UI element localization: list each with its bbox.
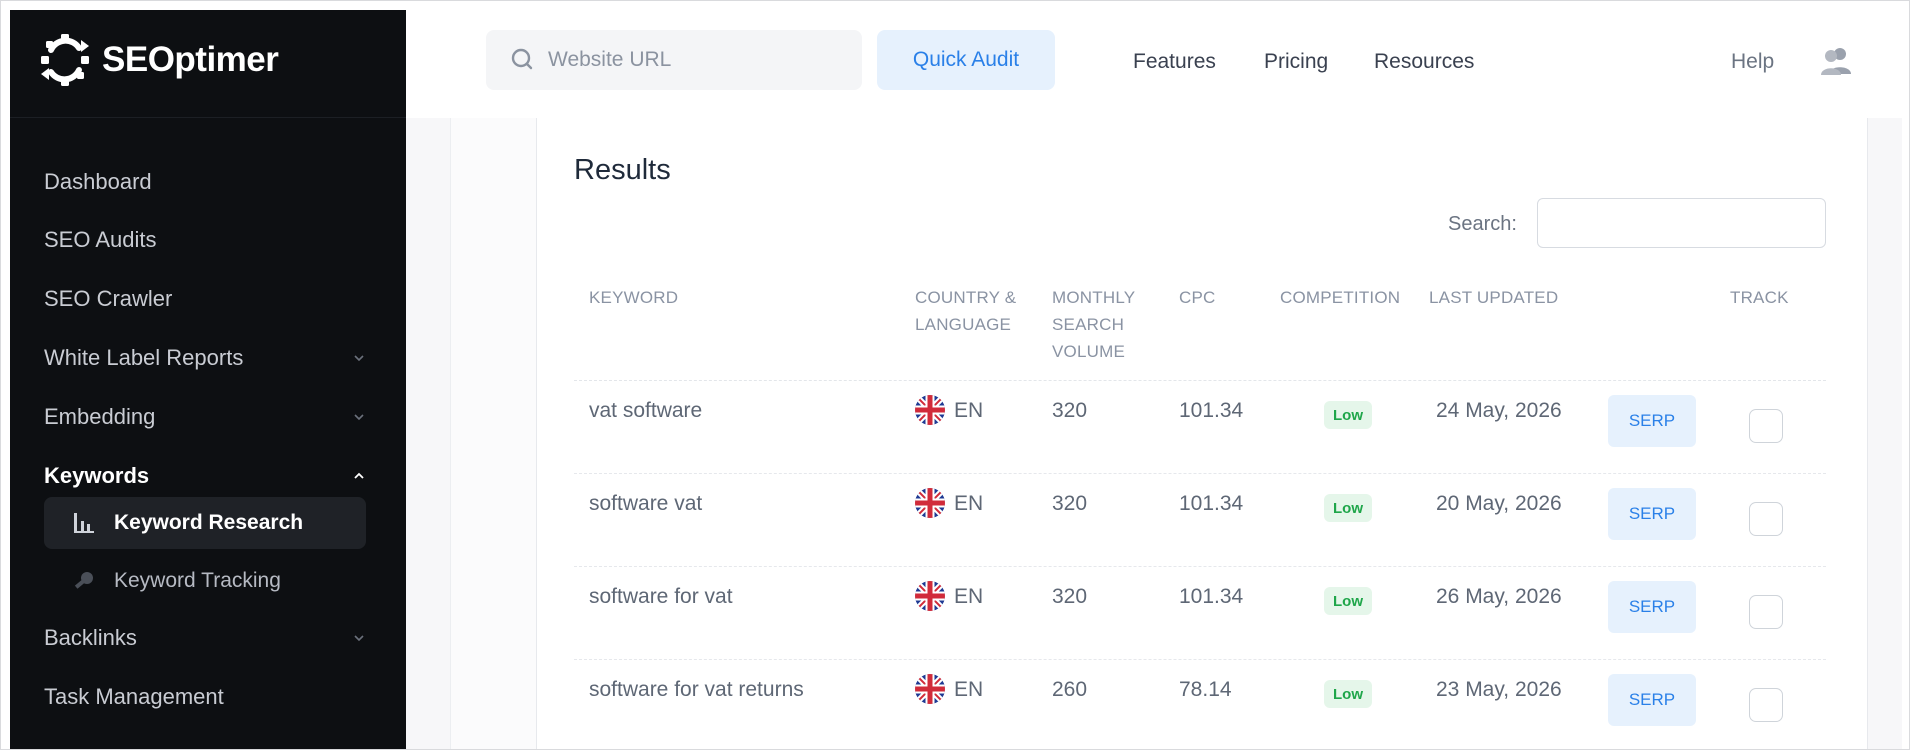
quick-audit-button[interactable]: Quick Audit bbox=[877, 30, 1055, 90]
chevron-down-icon bbox=[354, 635, 364, 642]
serp-button[interactable]: SERP bbox=[1608, 674, 1696, 726]
main-content: Results Search: KEYWORD COUNTRY & LANGUAG… bbox=[406, 118, 1902, 749]
brand[interactable]: SEOptimer bbox=[10, 10, 406, 118]
serp-button[interactable]: SERP bbox=[1608, 395, 1696, 447]
uk-flag-icon bbox=[915, 581, 945, 611]
key-icon bbox=[70, 567, 98, 595]
subnav-item-keyword-research[interactable]: Keyword Research bbox=[44, 497, 366, 549]
sidebar-item-backlinks[interactable]: Backlinks bbox=[44, 616, 366, 660]
column-header-keyword[interactable]: KEYWORD bbox=[589, 284, 678, 311]
users-icon[interactable] bbox=[1820, 46, 1852, 76]
column-header-cpc[interactable]: CPC bbox=[1179, 284, 1216, 311]
keyword-cell: software for vat returns bbox=[589, 678, 804, 701]
sidebar-item-label: Dashboard bbox=[44, 169, 152, 194]
chevron-down-icon bbox=[354, 414, 364, 421]
nav-features[interactable]: Features bbox=[1133, 50, 1216, 74]
nav-pricing[interactable]: Pricing bbox=[1264, 50, 1328, 74]
website-url-search[interactable] bbox=[486, 30, 862, 90]
keyword-cell: software vat bbox=[589, 492, 703, 515]
updated-cell: 24 May, 2026 bbox=[1436, 399, 1562, 422]
sidebar-item-white-label-reports[interactable]: White Label Reports bbox=[44, 336, 366, 380]
cpc-cell: 101.34 bbox=[1179, 492, 1244, 515]
website-url-input[interactable] bbox=[548, 48, 848, 72]
competition-badge: Low bbox=[1324, 587, 1372, 615]
keyword-cell: software for vat bbox=[589, 585, 733, 608]
serp-button[interactable]: SERP bbox=[1608, 581, 1696, 633]
competition-badge: Low bbox=[1324, 401, 1372, 429]
column-header-monthly-search-volume[interactable]: MONTHLY SEARCH VOLUME bbox=[1052, 284, 1135, 365]
language-cell: EN bbox=[954, 678, 984, 701]
updated-cell: 23 May, 2026 bbox=[1436, 678, 1562, 701]
sidebar-item-seo-crawler[interactable]: SEO Crawler bbox=[44, 277, 366, 321]
uk-flag-icon bbox=[915, 395, 945, 425]
track-checkbox[interactable] bbox=[1749, 595, 1783, 629]
brand-name: SEOptimer bbox=[102, 40, 279, 79]
results-card: Results Search: KEYWORD COUNTRY & LANGUAG… bbox=[536, 118, 1868, 749]
sidebar-item-seo-audits[interactable]: SEO Audits bbox=[44, 218, 366, 262]
sidebar: SEOptimer Dashboard SEO Audits SEO Crawl… bbox=[10, 10, 406, 749]
serp-button[interactable]: SERP bbox=[1608, 488, 1696, 540]
sidebar-item-label: SEO Audits bbox=[44, 227, 157, 252]
column-header-competition[interactable]: COMPETITION bbox=[1280, 284, 1400, 311]
sidebar-item-keywords[interactable]: Keywords bbox=[44, 454, 366, 498]
table-row: software for vat EN 320 101.34 Low 26 Ma… bbox=[574, 567, 1826, 660]
updated-cell: 26 May, 2026 bbox=[1436, 585, 1562, 608]
cpc-cell: 78.14 bbox=[1179, 678, 1232, 701]
sidebar-item-label: Task Management bbox=[44, 684, 224, 709]
competition-badge: Low bbox=[1324, 680, 1372, 708]
logo-gear-icon bbox=[41, 34, 89, 86]
sidebar-item-dashboard[interactable]: Dashboard bbox=[44, 160, 366, 204]
subnav-item-keyword-tracking[interactable]: Keyword Tracking bbox=[44, 555, 366, 607]
results-search-input[interactable] bbox=[1537, 198, 1826, 248]
results-title: Results bbox=[574, 154, 671, 186]
cpc-cell: 101.34 bbox=[1179, 585, 1244, 608]
updated-cell: 20 May, 2026 bbox=[1436, 492, 1562, 515]
sidebar-item-label: SEO Crawler bbox=[44, 286, 173, 311]
search-label: Search: bbox=[1448, 213, 1517, 235]
language-cell: EN bbox=[954, 492, 984, 515]
column-header-last-updated[interactable]: LAST UPDATED bbox=[1429, 284, 1558, 311]
app-frame: SEOptimer Dashboard SEO Audits SEO Crawl… bbox=[0, 0, 1910, 750]
track-checkbox[interactable] bbox=[1749, 688, 1783, 722]
language-cell: EN bbox=[954, 585, 984, 608]
column-header-track[interactable]: TRACK bbox=[1730, 284, 1789, 311]
volume-cell: 260 bbox=[1052, 678, 1088, 701]
chevron-down-icon bbox=[354, 355, 364, 362]
subnav-item-label: Keyword Research bbox=[114, 511, 304, 534]
table-row: software vat EN 320 101.34 Low 20 May, 2… bbox=[574, 474, 1826, 567]
language-cell: EN bbox=[954, 399, 984, 422]
top-bar: Quick Audit Features Pricing Resources H… bbox=[406, 10, 1902, 118]
uk-flag-icon bbox=[915, 674, 945, 704]
nav-resources[interactable]: Resources bbox=[1374, 50, 1474, 74]
sidebar-item-task-management[interactable]: Task Management bbox=[44, 675, 366, 719]
uk-flag-icon bbox=[915, 488, 945, 518]
help-link[interactable]: Help bbox=[1731, 50, 1774, 74]
chevron-up-icon bbox=[354, 472, 364, 479]
column-header-country-language[interactable]: COUNTRY & LANGUAGE bbox=[915, 284, 1016, 338]
sidebar-item-label: Backlinks bbox=[44, 625, 137, 650]
table-row: vat software EN 320 101.34 Low 24 May, 2… bbox=[574, 381, 1826, 474]
track-checkbox[interactable] bbox=[1749, 502, 1783, 536]
sidebar-item-label: White Label Reports bbox=[44, 345, 244, 370]
volume-cell: 320 bbox=[1052, 492, 1088, 515]
competition-badge: Low bbox=[1324, 494, 1372, 522]
sidebar-item-embedding[interactable]: Embedding bbox=[44, 395, 366, 439]
table-row: software for vat returns EN 260 78.14 Lo… bbox=[574, 660, 1826, 749]
content-panel: Results Search: KEYWORD COUNTRY & LANGUAG… bbox=[450, 118, 1868, 749]
track-checkbox[interactable] bbox=[1749, 409, 1783, 443]
cpc-cell: 101.34 bbox=[1179, 399, 1244, 422]
bar-chart-icon bbox=[70, 509, 98, 537]
sidebar-item-label: Keywords bbox=[44, 463, 150, 488]
subnav-item-label: Keyword Tracking bbox=[114, 569, 281, 592]
volume-cell: 320 bbox=[1052, 399, 1088, 422]
search-icon bbox=[511, 48, 533, 70]
keyword-cell: vat software bbox=[589, 399, 703, 422]
volume-cell: 320 bbox=[1052, 585, 1088, 608]
sidebar-item-label: Embedding bbox=[44, 404, 156, 429]
